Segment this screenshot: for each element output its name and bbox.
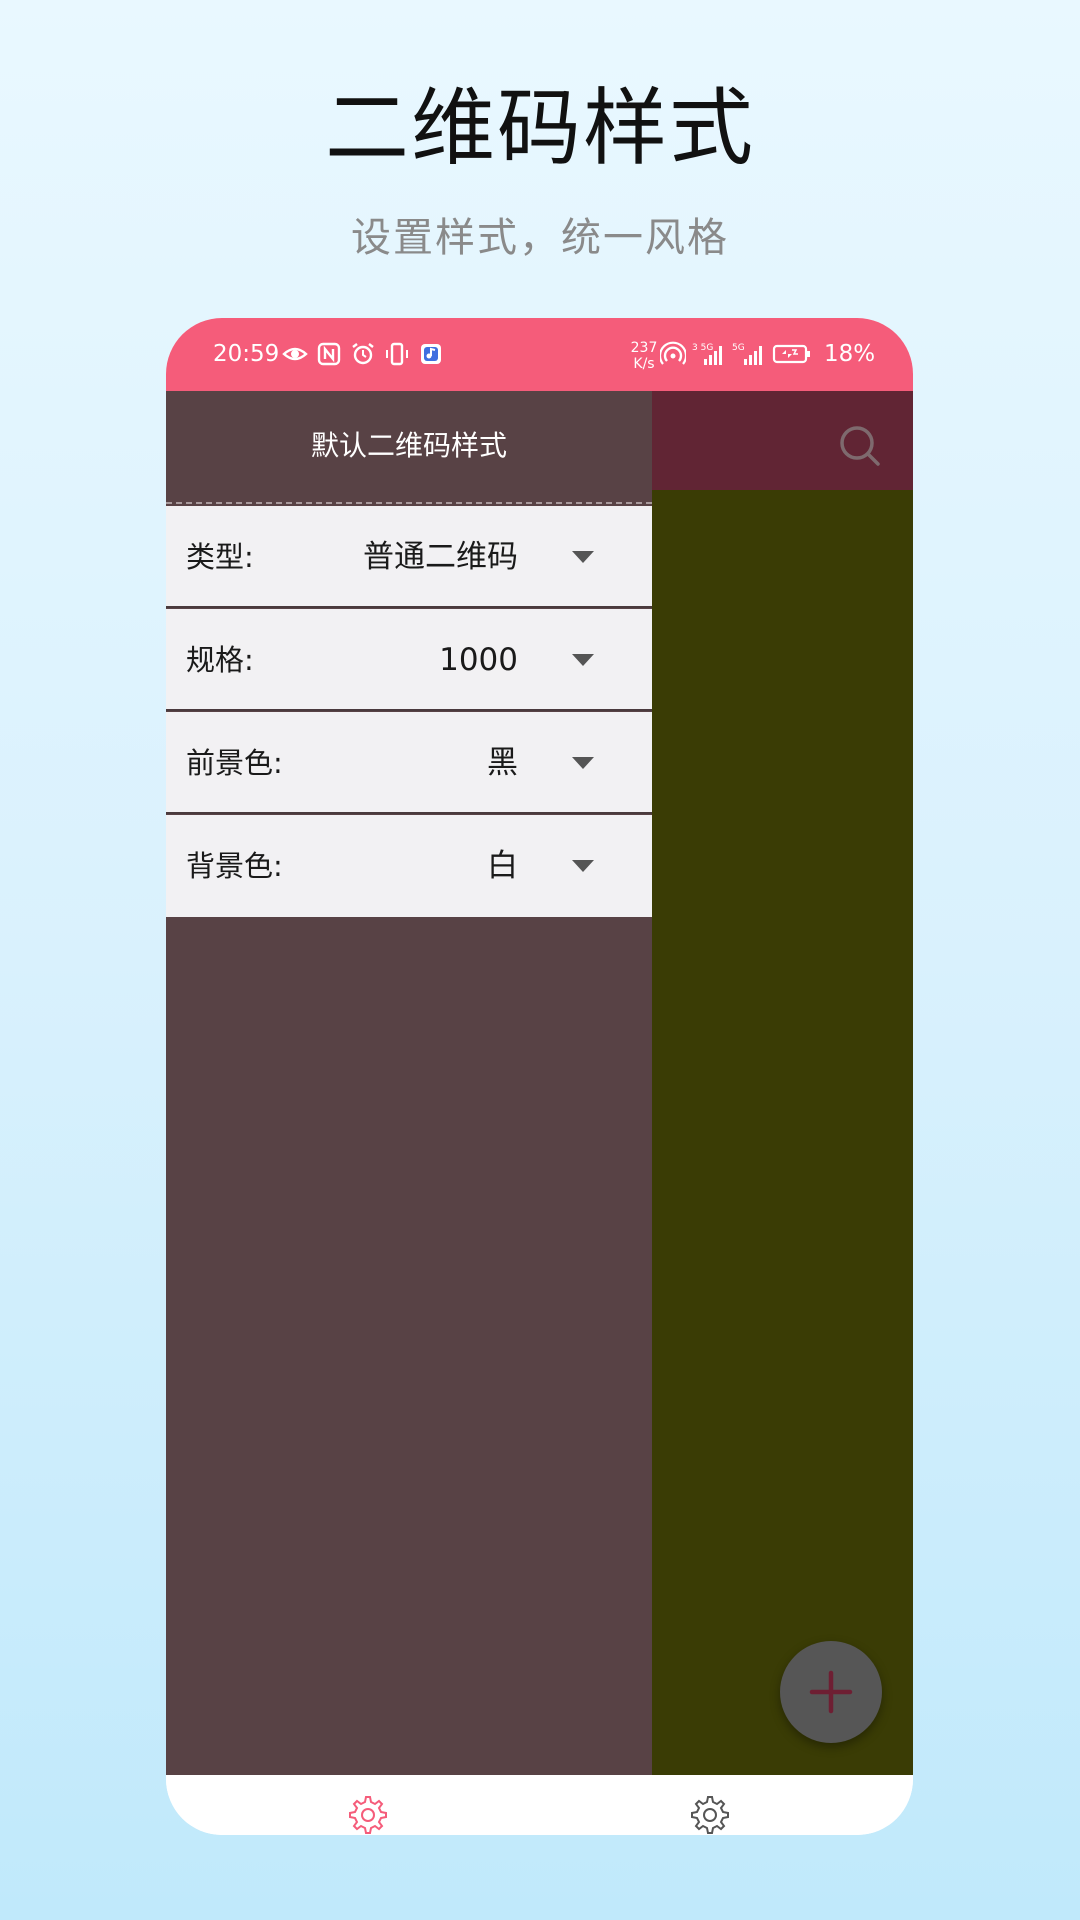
size-select[interactable]: 规格: 1000 [166,609,652,711]
promo-subtitle: 设置样式，统一风格 [351,215,729,261]
promo-title: 二维码样式 [324,79,755,177]
style-drawer: 默认二维码样式 类型: 普通二维码 规格: 1000 前景色: 黑 背景色: 白 [166,391,652,1775]
gear-icon [349,1796,387,1834]
dropdown-arrow-icon [572,860,594,872]
dropdown-arrow-icon [572,757,594,769]
dropdown-arrow-icon [572,551,594,563]
battery-icon [772,344,810,364]
net-speed-value: 237 [630,340,658,356]
type-select[interactable]: 类型: 普通二维码 [166,506,652,608]
status-bar: 20:59 237 K/s 3 5G 5G 18% [166,318,913,391]
svg-text:3 5G: 3 5G [692,343,713,353]
option-value: 1000 [439,642,518,678]
option-label: 类型: [186,540,254,574]
bottom-nav [166,1775,913,1835]
option-label: 前景色: [186,746,283,780]
option-value: 白 [487,848,518,884]
drawer-header: 默认二维码样式 [166,391,652,504]
option-value: 普通二维码 [363,539,518,575]
net-speed-unit: K/s [633,356,655,372]
drawer-title: 默认二维码样式 [310,429,507,462]
hotspot-icon [660,341,686,365]
status-icons-right: 3 5G 5G [660,340,812,368]
dropdown-arrow-icon [572,654,594,666]
nav-settings-right[interactable] [688,1793,732,1835]
search-button[interactable] [838,424,882,468]
app-notification-icon [421,344,441,364]
battery-percent: 18% [824,341,876,367]
nav-settings-left[interactable] [346,1793,390,1835]
status-icons-left [282,340,444,368]
status-time: 20:59 [213,341,280,367]
net-speed: 237 K/s [624,340,664,372]
phone-screen: 20:59 237 K/s 3 5G 5G 18% 默认二维码样式 类型: 普通… [166,318,913,1835]
option-value: 黑 [487,745,518,781]
nfc-icon [317,342,341,366]
signal-sim1-icon: 3 5G [692,343,722,365]
background-color-select[interactable]: 背景色: 白 [166,815,652,917]
add-button[interactable] [780,1641,882,1743]
svg-text:5G: 5G [732,343,745,353]
alarm-icon [352,343,374,365]
option-label: 背景色: [186,849,283,883]
option-label: 规格: [186,643,254,677]
search-icon [840,426,880,466]
signal-sim2-icon: 5G [732,343,762,365]
gear-icon [691,1796,729,1834]
vibrate-icon [386,342,408,366]
foreground-color-select[interactable]: 前景色: 黑 [166,712,652,814]
plus-icon [809,1670,853,1714]
eye-icon [282,347,308,361]
